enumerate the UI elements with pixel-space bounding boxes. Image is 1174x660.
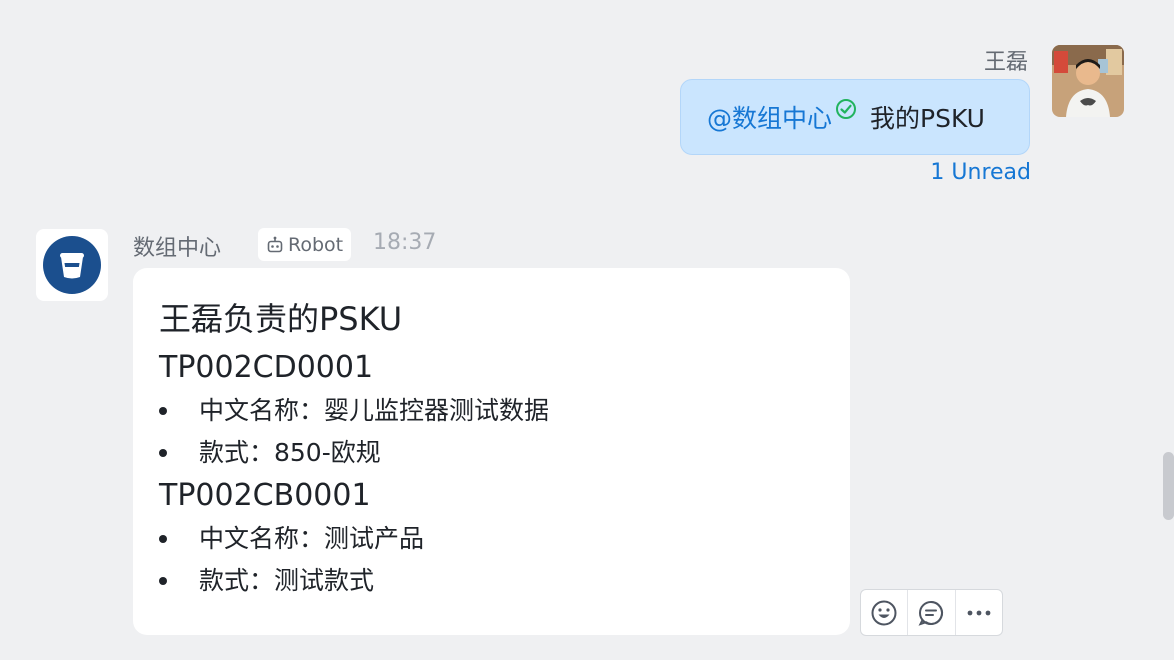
emoji-icon <box>871 600 897 625</box>
sku-code: TP002CD0001 <box>159 350 374 385</box>
bullet-icon <box>159 577 167 585</box>
bullet-icon <box>159 535 167 543</box>
mention-link[interactable]: @数组中心 <box>707 99 832 135</box>
sku-detail-list: 中文名称：婴儿监控器测试数据 款式：850-欧规 <box>159 390 824 474</box>
bot-avatar[interactable] <box>36 229 108 301</box>
incoming-sender-name: 数组中心 <box>133 236 222 261</box>
list-item: 中文名称：婴儿监控器测试数据 <box>159 390 824 432</box>
card-title: 王磊负责的PSKU <box>159 300 403 338</box>
list-item: 款式：850-欧规 <box>159 432 824 474</box>
robot-badge-label: Robot <box>288 233 344 256</box>
robot-badge: Robot <box>258 228 352 261</box>
emoji-reaction-button[interactable] <box>861 590 909 635</box>
list-item: 款式：测试款式 <box>159 560 824 602</box>
chat-scrollbar[interactable] <box>1163 452 1174 520</box>
bullet-icon <box>159 407 167 415</box>
bucket-logo-icon <box>43 236 101 294</box>
reply-icon <box>919 600 944 626</box>
list-item: 中文名称：测试产品 <box>159 518 824 560</box>
outgoing-message-text: 我的PSKU <box>870 104 985 133</box>
detail-text: 款式：测试款式 <box>199 566 375 595</box>
message-card[interactable]: 王磊负责的PSKU TP002CD0001 中文名称：婴儿监控器测试数据 款式：… <box>133 268 850 635</box>
more-actions-button[interactable] <box>956 590 1002 635</box>
message-action-toolbar <box>860 589 1003 636</box>
outgoing-message-bubble[interactable]: @数组中心 我的PSKU <box>680 79 1030 155</box>
message-timestamp: 18:37 <box>373 230 437 255</box>
more-icon <box>967 610 991 615</box>
reply-button[interactable] <box>908 590 956 635</box>
user-avatar[interactable] <box>1052 45 1124 117</box>
detail-text: 中文名称：测试产品 <box>199 524 425 553</box>
unread-status-link[interactable]: 1 Unread <box>930 160 1031 185</box>
robot-icon <box>267 236 283 252</box>
sku-code: TP002CB0001 <box>159 478 371 513</box>
sku-detail-list: 中文名称：测试产品 款式：测试款式 <box>159 518 824 602</box>
bullet-icon <box>159 449 167 457</box>
read-check-icon <box>834 97 858 121</box>
outgoing-sender-name: 王磊 <box>983 50 1028 75</box>
detail-text: 款式：850-欧规 <box>199 438 381 467</box>
detail-text: 中文名称：婴儿监控器测试数据 <box>199 396 550 425</box>
user-photo-icon <box>1052 45 1124 117</box>
